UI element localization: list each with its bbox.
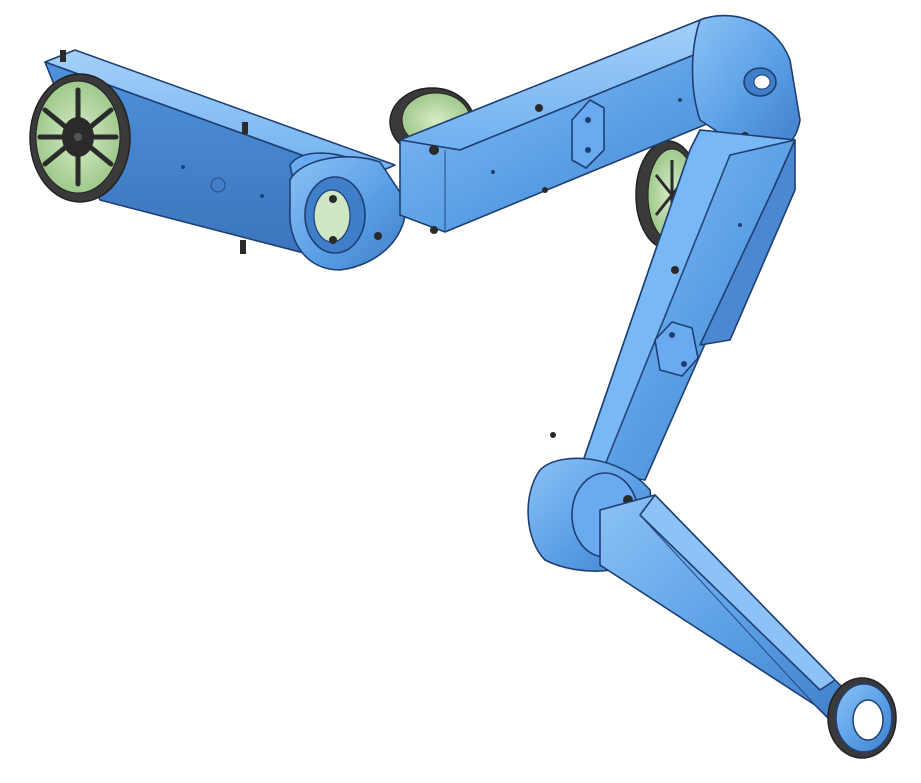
lower-link (599, 494, 856, 726)
base-motor (29, 73, 131, 203)
cad-viewport[interactable] (0, 0, 921, 783)
shoulder-joint (289, 156, 407, 271)
end-effector-ring (827, 677, 897, 759)
robot-arm-cad-model[interactable] (0, 0, 921, 783)
